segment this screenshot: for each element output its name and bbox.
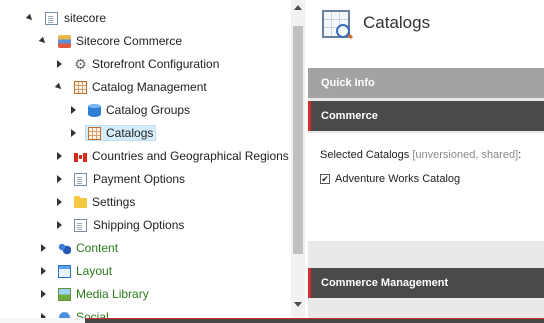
- tree-node-layout-body[interactable]: Layout: [55, 263, 115, 279]
- social-icon: [58, 310, 71, 318]
- scrollbar-thumb[interactable]: [293, 26, 303, 254]
- document-icon: [74, 218, 87, 232]
- expand-toggle-icon[interactable]: [53, 196, 65, 208]
- commerce-fields-panel: Selected Catalogs [unversioned, shared]:…: [308, 133, 544, 241]
- tree-node-social-body[interactable]: Social: [55, 309, 112, 318]
- tree-node-catalog-groups[interactable]: Catalog Groups: [67, 100, 193, 120]
- scroll-up-arrow-icon[interactable]: [294, 5, 302, 10]
- collapse-toggle-icon[interactable]: [24, 12, 36, 24]
- tree-node-content[interactable]: Content: [37, 238, 121, 258]
- field-label-selected-catalogs: Selected Catalogs [unversioned, shared]:: [320, 149, 521, 161]
- tree-node-label: sitecore: [64, 11, 107, 25]
- tree-node-catalog-management-body[interactable]: Catalog Management: [71, 79, 210, 95]
- tree-node-sitecore-body[interactable]: sitecore: [42, 10, 109, 26]
- tree-node-layout[interactable]: Layout: [37, 261, 115, 281]
- catalog-checkbox[interactable]: ✔: [320, 174, 330, 184]
- status-area: [0, 318, 85, 323]
- section-title: Commerce Management: [321, 277, 449, 289]
- tree-node-content-body[interactable]: Content: [55, 240, 121, 256]
- section-title: Quick Info: [321, 77, 375, 89]
- tree-node-catalogs-body[interactable]: Catalogs: [85, 125, 157, 141]
- gear-icon: ⚙: [74, 55, 87, 72]
- tree-node-social[interactable]: Social: [37, 307, 112, 318]
- content-tree: sitecore Sitecore Commerce ⚙ Storefront …: [0, 0, 291, 318]
- expand-toggle-icon[interactable]: [53, 219, 65, 231]
- flag-icon: [74, 152, 87, 162]
- checkbox-row-adventure-works[interactable]: ✔ Adventure Works Catalog: [320, 173, 460, 185]
- tree-node-media-library[interactable]: Media Library: [37, 284, 152, 304]
- editor-header: Catalogs: [308, 0, 544, 68]
- field-meta: [unversioned, shared]: [412, 149, 519, 161]
- tree-node-catalogs[interactable]: Catalogs: [67, 123, 157, 143]
- scroll-down-arrow-icon[interactable]: [294, 302, 302, 307]
- database-icon: [88, 103, 101, 117]
- folder-icon: [74, 196, 87, 208]
- tree-node-countries[interactable]: Countries and Geographical Regions: [53, 146, 291, 166]
- tree-node-storefront-configuration[interactable]: ⚙ Storefront Configuration: [53, 54, 222, 74]
- collapse-toggle-icon[interactable]: [53, 81, 65, 93]
- bottom-bar: [85, 318, 544, 323]
- tree-node-label: Content: [76, 241, 119, 255]
- expand-toggle-icon[interactable]: [53, 58, 65, 70]
- tree-node-label: Sitecore Commerce: [76, 34, 183, 48]
- tree-node-label: Payment Options: [93, 172, 186, 186]
- section-commerce-management[interactable]: Commerce Management: [308, 268, 544, 298]
- expand-toggle-icon[interactable]: [67, 127, 79, 139]
- tree-node-label: Catalogs: [106, 126, 154, 140]
- expand-toggle-icon[interactable]: [53, 173, 65, 185]
- tree-node-sitecore-commerce-body[interactable]: Sitecore Commerce: [55, 33, 185, 49]
- media-icon: [58, 287, 71, 301]
- layout-icon: [58, 264, 71, 278]
- section-title: Commerce: [321, 110, 378, 122]
- collapse-toggle-icon[interactable]: [37, 35, 49, 47]
- expand-toggle-icon[interactable]: [67, 104, 79, 116]
- catalog-search-icon: [322, 10, 350, 38]
- tree-node-sitecore[interactable]: sitecore: [24, 8, 109, 28]
- expand-toggle-icon[interactable]: [37, 311, 49, 318]
- tree-node-label: Social: [76, 310, 109, 318]
- tree-node-catalog-groups-body[interactable]: Catalog Groups: [85, 102, 193, 118]
- tree-node-label: Layout: [76, 264, 113, 278]
- tree-node-settings[interactable]: Settings: [53, 192, 138, 212]
- field-label-suffix: :: [518, 149, 522, 161]
- tree-node-settings-body[interactable]: Settings: [71, 194, 138, 210]
- checkbox-label[interactable]: Adventure Works Catalog: [335, 173, 460, 185]
- document-icon: [45, 11, 58, 25]
- expand-toggle-icon[interactable]: [37, 242, 49, 254]
- expand-toggle-icon[interactable]: [37, 288, 49, 300]
- tree-node-countries-body[interactable]: Countries and Geographical Regions: [71, 148, 291, 164]
- commerce-icon: [58, 34, 71, 48]
- tree-node-label: Media Library: [76, 287, 149, 301]
- tree-node-media-library-body[interactable]: Media Library: [55, 286, 152, 302]
- content-icon: [58, 241, 71, 255]
- section-commerce[interactable]: Commerce: [308, 101, 544, 131]
- tree-node-shipping-options-body[interactable]: Shipping Options: [71, 217, 187, 233]
- expand-toggle-icon[interactable]: [37, 265, 49, 277]
- tree-node-storefront-configuration-body[interactable]: ⚙ Storefront Configuration: [71, 56, 222, 72]
- item-editor: Catalogs Quick Info Commerce Selected Ca…: [308, 0, 544, 318]
- expand-toggle-icon[interactable]: [53, 150, 65, 162]
- tree-scrollbar[interactable]: [291, 0, 305, 318]
- field-label-text: Selected Catalogs: [320, 149, 410, 161]
- page-title: Catalogs: [363, 13, 431, 32]
- tree-node-sitecore-commerce[interactable]: Sitecore Commerce: [37, 31, 185, 51]
- tree-node-label: Catalog Management: [92, 80, 207, 94]
- catalog-grid-icon: [88, 126, 101, 140]
- tree-node-label: Settings: [92, 195, 136, 209]
- tree-node-label: Storefront Configuration: [92, 57, 220, 71]
- tree-node-label: Countries and Geographical Regions: [92, 149, 289, 163]
- tree-node-label: Catalog Groups: [106, 103, 191, 117]
- tree-node-label: Shipping Options: [93, 218, 185, 232]
- tree-node-payment-options-body[interactable]: Payment Options: [71, 171, 188, 187]
- tree-node-catalog-management[interactable]: Catalog Management: [53, 77, 210, 97]
- tree-node-shipping-options[interactable]: Shipping Options: [53, 215, 187, 235]
- tree-node-payment-options[interactable]: Payment Options: [53, 169, 188, 189]
- document-icon: [74, 172, 87, 186]
- grid-icon: [74, 80, 87, 94]
- section-quick-info[interactable]: Quick Info: [308, 68, 544, 98]
